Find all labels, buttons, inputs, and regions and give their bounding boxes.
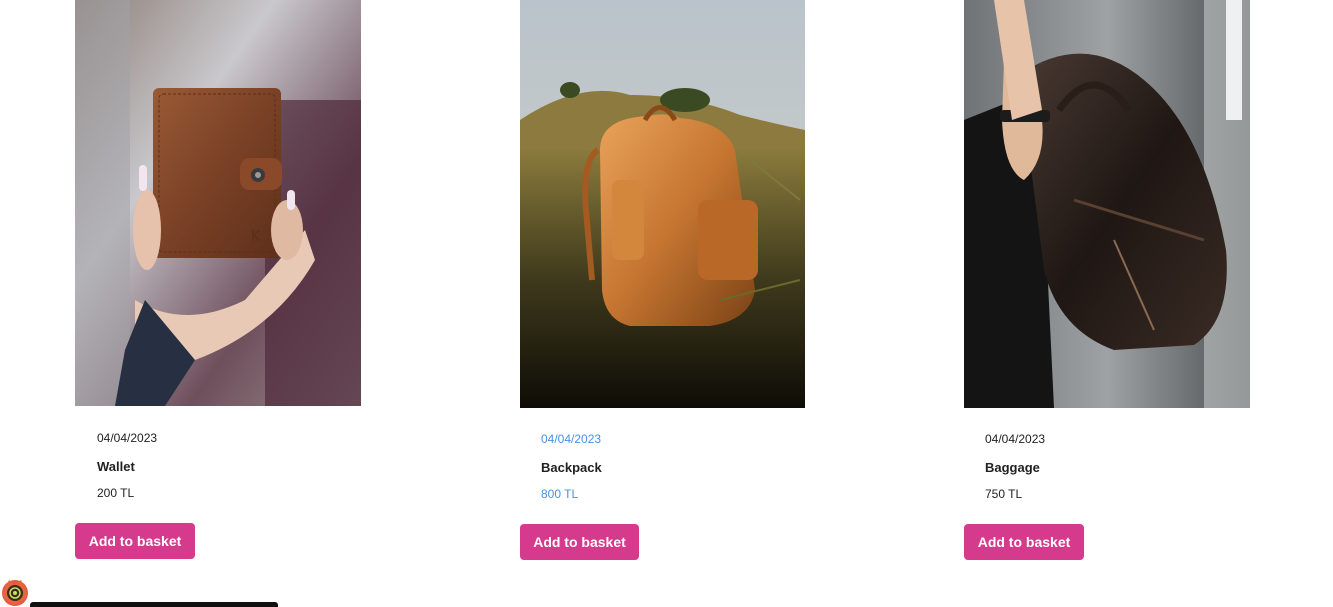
- product-info: 04/04/2023 Wallet 200 TL: [75, 406, 361, 500]
- add-to-basket-button[interactable]: Add to basket: [520, 524, 639, 560]
- wallet-photo: K: [75, 0, 361, 406]
- devtools-panel-edge: [30, 602, 278, 607]
- product-card-wallet: K 04/04/2023 Wallet 200 TL Add to basket: [75, 0, 361, 559]
- product-image-backpack[interactable]: [520, 0, 805, 408]
- product-name: Baggage: [985, 460, 1040, 475]
- product-info: 04/04/2023 Baggage 750 TL: [964, 408, 1250, 501]
- product-price: 200 TL: [97, 486, 135, 500]
- product-list-page: K 04/04/2023 Wallet 200 TL Add to basket: [0, 0, 1333, 607]
- backpack-photo: [520, 0, 805, 408]
- baggage-photo: [964, 0, 1250, 408]
- add-to-basket-button[interactable]: Add to basket: [75, 523, 195, 559]
- product-card-backpack: 04/04/2023 Backpack 800 TL Add to basket: [520, 0, 805, 560]
- product-card-baggage: 04/04/2023 Baggage 750 TL Add to basket: [964, 0, 1250, 560]
- product-date: 04/04/2023: [97, 431, 158, 445]
- svg-text:K: K: [251, 229, 261, 245]
- product-date: 04/04/2023: [541, 432, 602, 446]
- add-to-basket-button[interactable]: Add to basket: [964, 524, 1084, 560]
- product-name: Backpack: [541, 460, 602, 475]
- product-info: 04/04/2023 Backpack 800 TL: [520, 408, 805, 501]
- product-image-baggage[interactable]: [964, 0, 1250, 408]
- product-price: 800 TL: [541, 487, 579, 501]
- product-price: 750 TL: [985, 487, 1023, 501]
- product-image-wallet[interactable]: K: [75, 0, 361, 406]
- product-date: 04/04/2023: [985, 432, 1046, 446]
- react-devtools-icon[interactable]: [0, 578, 34, 607]
- product-name: Wallet: [97, 459, 135, 474]
